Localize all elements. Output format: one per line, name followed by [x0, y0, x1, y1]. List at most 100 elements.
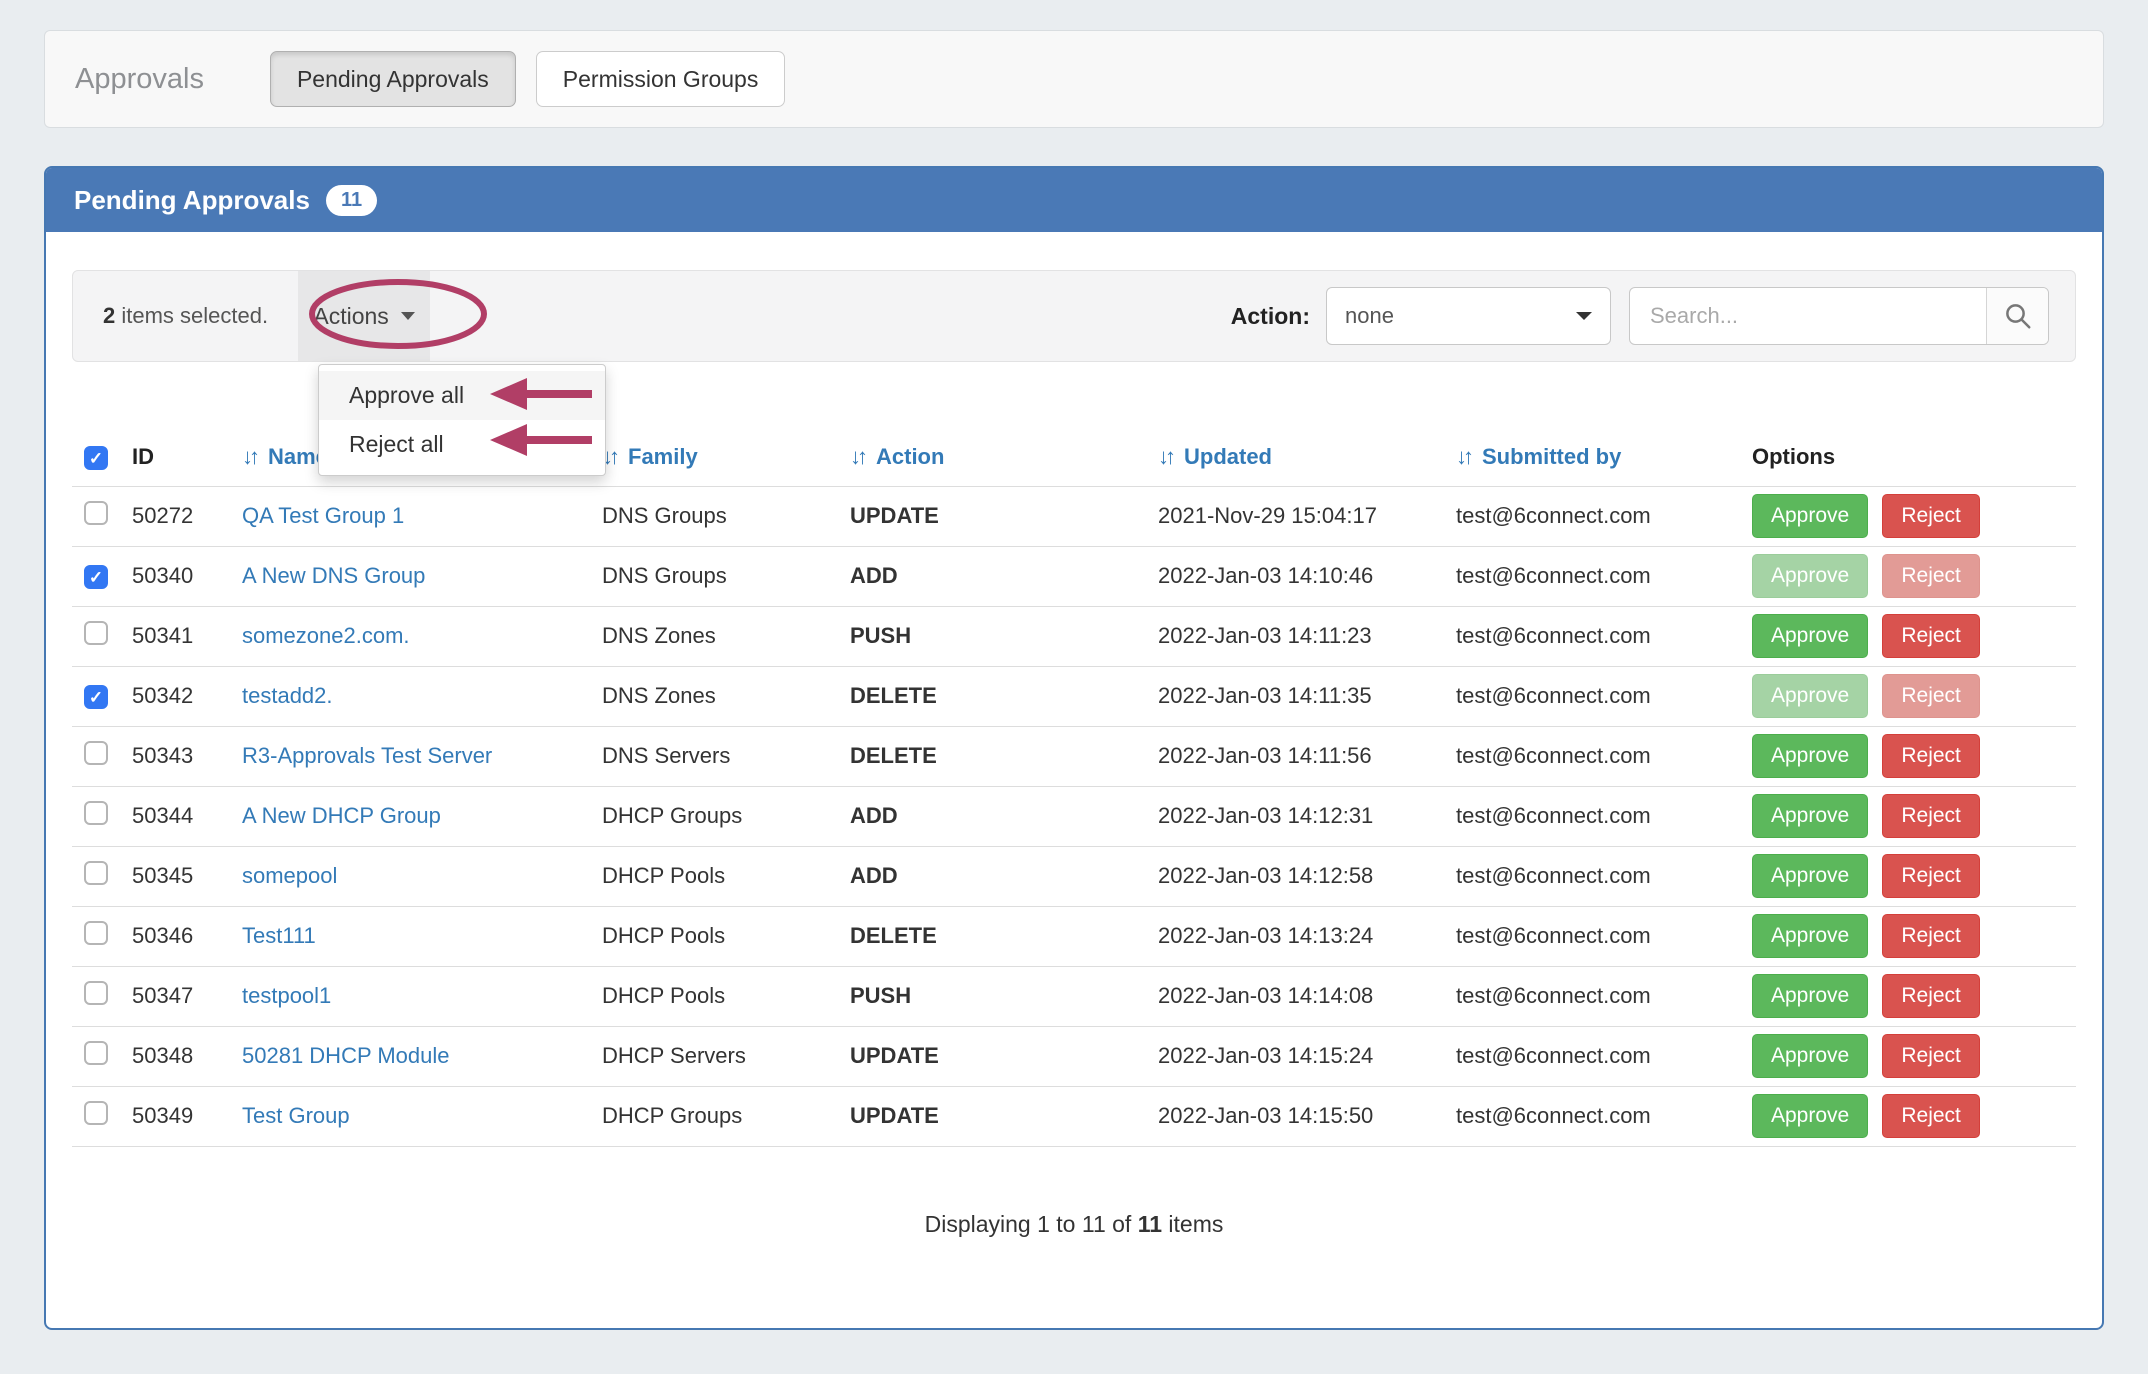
column-header-family[interactable]: ↓↑Family: [590, 428, 838, 486]
row-checkbox[interactable]: ✓: [84, 501, 108, 525]
row-checkbox[interactable]: ✓: [84, 621, 108, 645]
reject-button[interactable]: Reject: [1882, 854, 1980, 898]
row-checkbox[interactable]: ✓: [84, 921, 108, 945]
check-icon: ✓: [89, 569, 103, 586]
column-header-updated[interactable]: ↓↑Updated: [1146, 428, 1444, 486]
row-name-link[interactable]: Test111: [242, 923, 316, 948]
row-updated: 2022-Jan-03 14:11:35: [1146, 666, 1444, 726]
row-action: ADD: [838, 846, 1146, 906]
row-name-link[interactable]: QA Test Group 1: [242, 503, 404, 528]
row-name-link[interactable]: somezone2.com.: [242, 623, 410, 648]
row-name-link[interactable]: 50281 DHCP Module: [242, 1043, 450, 1068]
approve-button[interactable]: Approve: [1752, 734, 1868, 778]
reject-button[interactable]: Reject: [1882, 974, 1980, 1018]
approve-button[interactable]: Approve: [1752, 914, 1868, 958]
row-action: DELETE: [838, 726, 1146, 786]
row-checkbox[interactable]: ✓: [84, 861, 108, 885]
action-select[interactable]: none: [1326, 287, 1611, 345]
select-all-checkbox[interactable]: ✓: [84, 446, 108, 470]
row-submitted-by: test@6connect.com: [1444, 786, 1740, 846]
row-updated: 2021-Nov-29 15:04:17: [1146, 486, 1444, 546]
reject-button[interactable]: Reject: [1882, 494, 1980, 538]
reject-button: Reject: [1882, 554, 1980, 598]
table-row: ✓ 50347 testpool1 DHCP Pools PUSH 2022-J…: [72, 966, 2076, 1026]
row-name-link[interactable]: testadd2.: [242, 683, 333, 708]
row-family: DNS Groups: [590, 546, 838, 606]
approve-button[interactable]: Approve: [1752, 494, 1868, 538]
row-action: UPDATE: [838, 1086, 1146, 1146]
row-action: PUSH: [838, 606, 1146, 666]
row-family: DHCP Pools: [590, 966, 838, 1026]
row-submitted-by: test@6connect.com: [1444, 966, 1740, 1026]
action-select-value: none: [1345, 303, 1394, 329]
reject-button[interactable]: Reject: [1882, 734, 1980, 778]
row-name-link[interactable]: A New DNS Group: [242, 563, 425, 588]
row-updated: 2022-Jan-03 14:14:08: [1146, 966, 1444, 1026]
actions-dropdown-button[interactable]: Actions: [298, 271, 430, 361]
row-checkbox[interactable]: ✓: [84, 801, 108, 825]
reject-button[interactable]: Reject: [1882, 794, 1980, 838]
toolbar: 2 items selected. Actions Action: none: [72, 270, 2076, 362]
row-submitted-by: test@6connect.com: [1444, 726, 1740, 786]
row-name-link[interactable]: testpool1: [242, 983, 331, 1008]
row-updated: 2022-Jan-03 14:12:58: [1146, 846, 1444, 906]
row-family: DNS Zones: [590, 606, 838, 666]
tab-permission-groups[interactable]: Permission Groups: [536, 51, 786, 107]
search-button[interactable]: [1986, 288, 2048, 344]
approve-button: Approve: [1752, 674, 1868, 718]
approve-button[interactable]: Approve: [1752, 794, 1868, 838]
reject-button[interactable]: Reject: [1882, 614, 1980, 658]
approve-button: Approve: [1752, 554, 1868, 598]
action-select-label: Action:: [1231, 303, 1310, 330]
row-submitted-by: test@6connect.com: [1444, 1086, 1740, 1146]
table-row: ✓ 50344 A New DHCP Group DHCP Groups ADD…: [72, 786, 2076, 846]
sort-icon: ↓↑: [850, 444, 864, 469]
table-body: ✓ 50272 QA Test Group 1 DNS Groups UPDAT…: [72, 486, 2076, 1146]
menu-item-reject-all[interactable]: Reject all: [319, 420, 605, 469]
row-action: ADD: [838, 786, 1146, 846]
approve-button[interactable]: Approve: [1752, 1034, 1868, 1078]
row-id: 50347: [120, 966, 230, 1026]
row-checkbox[interactable]: ✓: [84, 685, 108, 709]
count-badge: 11: [326, 185, 377, 216]
row-id: 50346: [120, 906, 230, 966]
row-id: 50343: [120, 726, 230, 786]
row-name-link[interactable]: R3-Approvals Test Server: [242, 743, 492, 768]
sort-icon: ↓↑: [1456, 444, 1470, 469]
selected-text: items selected.: [115, 303, 268, 328]
search-icon: [2003, 301, 2033, 331]
approve-button[interactable]: Approve: [1752, 854, 1868, 898]
check-icon: ✓: [89, 689, 103, 706]
row-submitted-by: test@6connect.com: [1444, 486, 1740, 546]
row-name-link[interactable]: somepool: [242, 863, 337, 888]
row-id: 50342: [120, 666, 230, 726]
row-checkbox[interactable]: ✓: [84, 741, 108, 765]
reject-button[interactable]: Reject: [1882, 1094, 1980, 1138]
row-id: 50340: [120, 546, 230, 606]
row-updated: 2022-Jan-03 14:12:31: [1146, 786, 1444, 846]
row-action: PUSH: [838, 966, 1146, 1026]
approve-button[interactable]: Approve: [1752, 974, 1868, 1018]
row-name-link[interactable]: A New DHCP Group: [242, 803, 441, 828]
reject-button[interactable]: Reject: [1882, 914, 1980, 958]
chevron-down-icon: [401, 312, 415, 320]
row-checkbox[interactable]: ✓: [84, 1101, 108, 1125]
column-header-action[interactable]: ↓↑Action: [838, 428, 1146, 486]
row-submitted-by: test@6connect.com: [1444, 546, 1740, 606]
row-action: DELETE: [838, 906, 1146, 966]
row-checkbox[interactable]: ✓: [84, 981, 108, 1005]
approve-button[interactable]: Approve: [1752, 614, 1868, 658]
row-id: 50349: [120, 1086, 230, 1146]
search-input[interactable]: [1630, 288, 1986, 344]
reject-button: Reject: [1882, 674, 1980, 718]
row-checkbox[interactable]: ✓: [84, 1041, 108, 1065]
row-checkbox[interactable]: ✓: [84, 565, 108, 589]
row-name-link[interactable]: Test Group: [242, 1103, 350, 1128]
approve-button[interactable]: Approve: [1752, 1094, 1868, 1138]
check-icon: ✓: [89, 450, 103, 467]
row-family: DHCP Pools: [590, 846, 838, 906]
reject-button[interactable]: Reject: [1882, 1034, 1980, 1078]
tab-pending-approvals[interactable]: Pending Approvals: [270, 51, 516, 107]
menu-item-approve-all[interactable]: Approve all: [319, 371, 605, 420]
column-header-submitted-by[interactable]: ↓↑Submitted by: [1444, 428, 1740, 486]
